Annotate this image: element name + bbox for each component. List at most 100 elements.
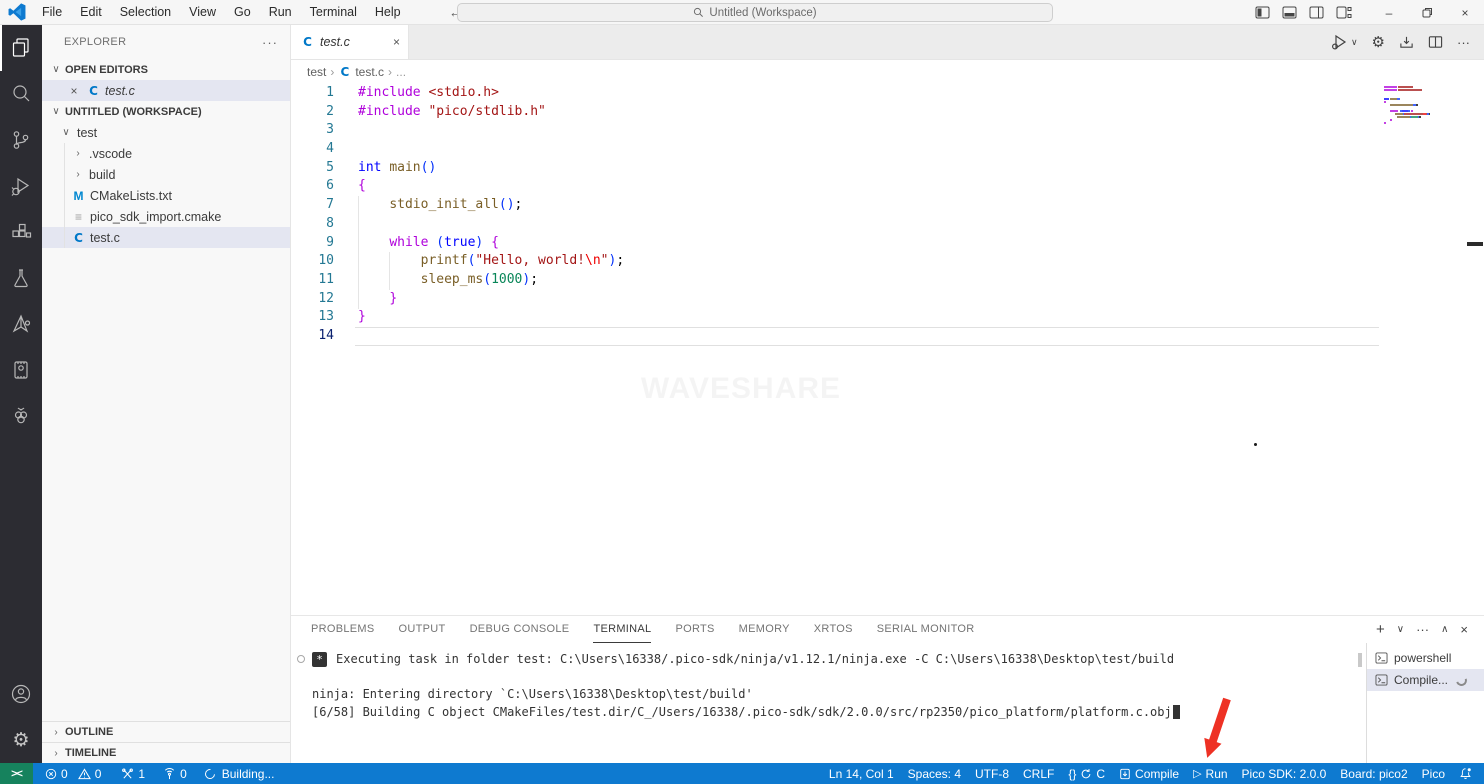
settings-gear-icon[interactable]: ⚙ [0, 717, 42, 763]
command-decoration-icon[interactable] [297, 655, 305, 663]
tree-file-cmakelists[interactable]: M CMakeLists.txt [42, 185, 290, 206]
building-status[interactable]: Building... [199, 767, 281, 781]
pico-status[interactable]: Pico [1416, 767, 1451, 781]
menu-go[interactable]: Go [226, 3, 259, 21]
tree-file-testc[interactable]: C test.c [42, 227, 290, 248]
tree-folder-vscode[interactable]: › .vscode [42, 143, 290, 164]
code-line-10[interactable]: 10 printf("Hello, world!\n"); [291, 252, 1484, 271]
code-line-8[interactable]: 8 [291, 215, 1484, 234]
split-editor-icon[interactable] [1428, 35, 1443, 49]
panel-tab-terminal[interactable]: TERMINAL [593, 616, 651, 643]
tab-testc[interactable]: C test.c × [291, 25, 409, 59]
breadcrumb[interactable]: test › C test.c › ... [291, 60, 1484, 84]
code-line-3[interactable]: 3 [291, 121, 1484, 140]
minimap[interactable] [1384, 86, 1430, 128]
toggle-secondary-sidebar-icon[interactable] [1309, 6, 1324, 19]
code-line-2[interactable]: 2#include "pico/stdlib.h" [291, 103, 1484, 122]
panel-tab-output[interactable]: OUTPUT [399, 616, 446, 643]
timeline-section[interactable]: › TIMELINE [42, 742, 290, 763]
maximize-panel-icon[interactable]: ∧ [1441, 624, 1448, 635]
eol-status[interactable]: CRLF [1017, 767, 1060, 781]
close-window-button[interactable]: × [1446, 0, 1484, 25]
tree-folder-build[interactable]: › build [42, 164, 290, 185]
tools-status[interactable]: 1 [115, 767, 151, 781]
code-line-14[interactable]: 14 [291, 327, 1484, 346]
chevron-down-icon[interactable]: ∨ [1351, 37, 1358, 48]
code-line-11[interactable]: 11 sleep_ms(1000); [291, 271, 1484, 290]
run-deploy-icon[interactable] [1399, 35, 1414, 50]
remote-indicator-button[interactable]: >< [0, 763, 33, 784]
account-icon[interactable] [0, 671, 42, 717]
source-control-icon[interactable] [0, 117, 42, 163]
search-icon[interactable] [0, 71, 42, 117]
editor-more-actions-icon[interactable]: ··· [1457, 35, 1470, 50]
menu-help[interactable]: Help [367, 3, 409, 21]
menu-terminal[interactable]: Terminal [302, 3, 365, 21]
run-cpp-file-button[interactable]: ∨ [1331, 34, 1358, 50]
minimize-button[interactable]: – [1370, 0, 1408, 25]
raspberry-pi-icon[interactable] [0, 393, 42, 439]
code-line-13[interactable]: 13} [291, 308, 1484, 327]
ports-status[interactable]: 0 [157, 767, 193, 781]
breadcrumb-symbol[interactable]: ... [396, 65, 406, 79]
explorer-more-actions-icon[interactable]: ··· [262, 35, 278, 50]
menu-selection[interactable]: Selection [112, 3, 179, 21]
encoding-status[interactable]: UTF-8 [969, 767, 1015, 781]
panel-tab-problems[interactable]: PROBLEMS [311, 616, 375, 643]
customize-layout-icon[interactable] [1336, 6, 1352, 19]
code-editor[interactable]: 1#include <stdio.h>2#include "pico/stdli… [291, 84, 1484, 615]
open-editor-item-testc[interactable]: × C test.c [42, 80, 290, 101]
cmake-plane-icon[interactable] [0, 301, 42, 347]
editor-settings-gear-icon[interactable]: ⚙ [1372, 33, 1385, 51]
menu-run[interactable]: Run [261, 3, 300, 21]
restore-button[interactable] [1408, 0, 1446, 25]
code-line-1[interactable]: 1#include <stdio.h> [291, 84, 1484, 103]
terminal-item-compile[interactable]: Compile... [1367, 669, 1484, 691]
toggle-panel-icon[interactable] [1282, 6, 1297, 19]
code-line-12[interactable]: 12 } [291, 290, 1484, 309]
breadcrumb-folder[interactable]: test [307, 65, 326, 79]
cursor-position-status[interactable]: Ln 14, Col 1 [823, 767, 900, 781]
open-editors-section[interactable]: ∨ OPEN EDITORS [42, 59, 290, 80]
close-tab-icon[interactable]: × [393, 35, 400, 49]
testing-flask-icon[interactable] [0, 255, 42, 301]
terminal-item-powershell[interactable]: powershell [1367, 647, 1484, 669]
menu-view[interactable]: View [181, 3, 224, 21]
language-mode-status[interactable]: {} C [1062, 767, 1111, 781]
outline-section[interactable]: › OUTLINE [42, 721, 290, 742]
terminal-dropdown-icon[interactable]: ∨ [1397, 624, 1404, 635]
command-center-search[interactable]: Untitled (Workspace) [457, 3, 1053, 22]
panel-tab-serial-monitor[interactable]: SERIAL MONITOR [877, 616, 975, 643]
toggle-primary-sidebar-icon[interactable] [1255, 6, 1270, 19]
menu-file[interactable]: File [34, 3, 70, 21]
close-panel-icon[interactable]: × [1460, 622, 1468, 637]
code-line-9[interactable]: 9 while (true) { [291, 234, 1484, 253]
pico-board-icon[interactable] [0, 347, 42, 393]
panel-tab-ports[interactable]: PORTS [675, 616, 714, 643]
panel-more-actions-icon[interactable]: ··· [1416, 622, 1429, 637]
indentation-status[interactable]: Spaces: 4 [902, 767, 967, 781]
code-line-5[interactable]: 5int main() [291, 159, 1484, 178]
workspace-section[interactable]: ∨ UNTITLED (WORKSPACE) [42, 101, 290, 122]
code-line-7[interactable]: 7 stdio_init_all(); [291, 196, 1484, 215]
compile-button[interactable]: Compile [1113, 767, 1185, 781]
code-line-6[interactable]: 6{ [291, 177, 1484, 196]
notifications-bell-button[interactable] [1453, 767, 1478, 780]
problems-status[interactable]: 0 0 [39, 767, 107, 781]
close-editor-icon[interactable]: × [66, 84, 82, 98]
tree-file-pico-sdk-import[interactable]: ≡ pico_sdk_import.cmake [42, 206, 290, 227]
run-button[interactable]: ▷ Run [1187, 767, 1233, 781]
pico-sdk-status[interactable]: Pico SDK: 2.0.0 [1236, 767, 1333, 781]
breadcrumb-file[interactable]: test.c [355, 65, 384, 79]
extensions-icon[interactable] [0, 209, 42, 255]
board-status[interactable]: Board: pico2 [1334, 767, 1413, 781]
explorer-icon[interactable] [0, 25, 42, 71]
panel-tab-memory[interactable]: MEMORY [739, 616, 790, 643]
code-line-4[interactable]: 4 [291, 140, 1484, 159]
tree-folder-test[interactable]: ∨ test [42, 122, 290, 143]
new-terminal-button[interactable]: + [1376, 621, 1385, 638]
panel-tab-debug-console[interactable]: DEBUG CONSOLE [470, 616, 570, 643]
run-debug-icon[interactable] [0, 163, 42, 209]
panel-tab-xrtos[interactable]: XRTOS [814, 616, 853, 643]
menu-edit[interactable]: Edit [72, 3, 110, 21]
